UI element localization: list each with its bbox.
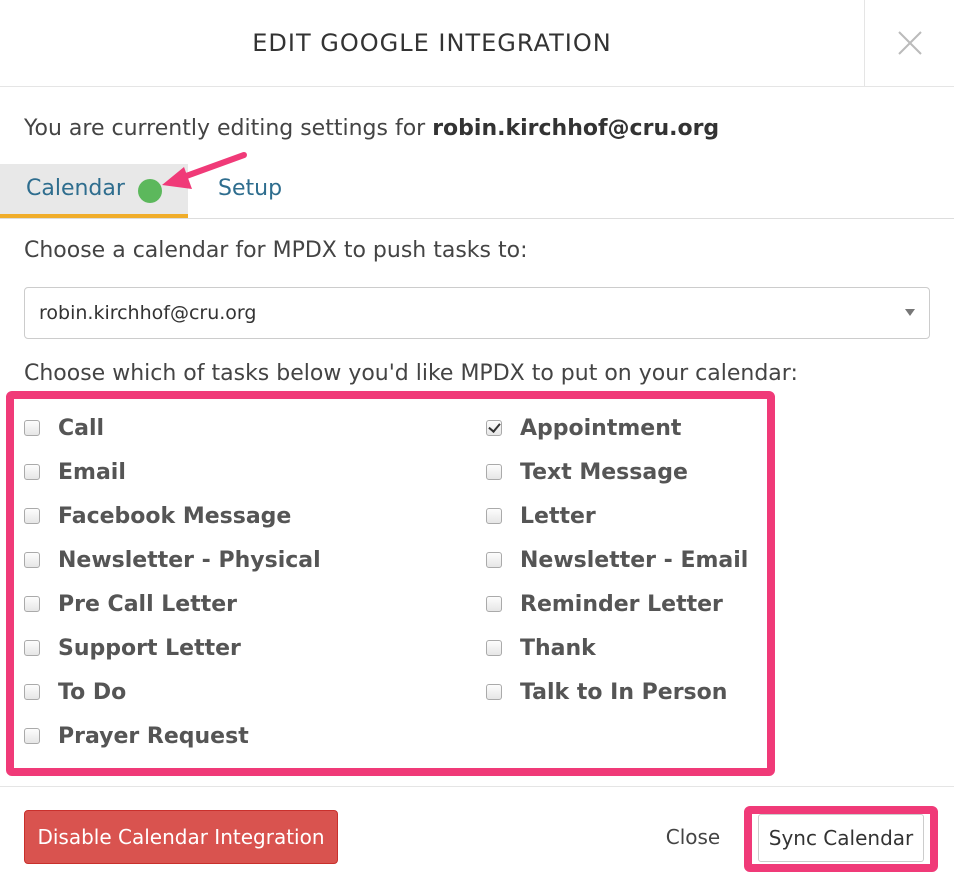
task-text-message[interactable]: Text Message (486, 457, 688, 487)
task-label: Facebook Message (58, 503, 292, 529)
task-label: Support Letter (58, 635, 241, 661)
tasks-choose-label: Choose which of tasks below you'd like M… (24, 361, 798, 386)
tab-calendar-label: Calendar (26, 176, 125, 201)
task-checkbox[interactable] (24, 684, 40, 700)
task-checkbox[interactable] (486, 464, 502, 480)
tasks-highlight-box (6, 391, 775, 776)
task-email[interactable]: Email (24, 457, 126, 487)
task-newsletter-physical[interactable]: Newsletter - Physical (24, 545, 321, 575)
task-label: Prayer Request (58, 723, 249, 749)
task-checkbox[interactable] (24, 464, 40, 480)
task-appointment[interactable]: Appointment (486, 413, 681, 443)
editing-account: robin.kirchhof@cru.org (432, 116, 720, 141)
task-label: To Do (58, 679, 127, 705)
task-newsletter-email[interactable]: Newsletter - Email (486, 545, 748, 575)
close-x-icon (897, 31, 922, 55)
task-checkbox[interactable] (486, 640, 502, 656)
close-button[interactable] (864, 0, 954, 86)
task-pre-call-letter[interactable]: Pre Call Letter (24, 589, 237, 619)
calendar-select-value: robin.kirchhof@cru.org (39, 302, 257, 324)
task-checkbox[interactable] (24, 596, 40, 612)
editing-prefix: You are currently editing settings for (24, 116, 433, 141)
task-label: Thank (520, 635, 596, 661)
task-checkbox[interactable] (486, 684, 502, 700)
calendar-select[interactable]: robin.kirchhof@cru.org (24, 287, 930, 339)
annotation-arrow-icon (162, 152, 247, 189)
task-checkbox[interactable] (24, 640, 40, 656)
task-label: Letter (520, 503, 596, 529)
modal-header: EDIT GOOGLE INTEGRATION (0, 0, 954, 87)
task-checkbox[interactable] (24, 552, 40, 568)
task-checkbox[interactable] (486, 596, 502, 612)
disable-calendar-integration-button[interactable]: Disable Calendar Integration (24, 810, 338, 864)
sync-calendar-button[interactable]: Sync Calendar (758, 814, 924, 862)
task-checkbox[interactable] (24, 508, 40, 524)
task-prayer-request[interactable]: Prayer Request (24, 721, 249, 751)
modal-title: EDIT GOOGLE INTEGRATION (252, 29, 612, 57)
task-label: Call (58, 415, 105, 441)
task-checkbox[interactable] (486, 552, 502, 568)
task-facebook-message[interactable]: Facebook Message (24, 501, 291, 531)
task-label: Pre Call Letter (58, 591, 238, 617)
task-label: Reminder Letter (520, 591, 723, 617)
task-call[interactable]: Call (24, 413, 104, 443)
caret-down-icon (905, 309, 915, 316)
task-label: Newsletter - Physical (58, 547, 321, 573)
task-reminder-letter[interactable]: Reminder Letter (486, 589, 723, 619)
task-label: Appointment (520, 415, 682, 441)
calendar-choose-label: Choose a calendar for MPDX to push tasks… (24, 238, 528, 263)
task-label: Email (58, 459, 126, 485)
close-text-button[interactable]: Close (652, 810, 734, 864)
task-label: Newsletter - Email (520, 547, 749, 573)
task-to-do[interactable]: To Do (24, 677, 126, 707)
task-thank[interactable]: Thank (486, 633, 596, 663)
footer-divider (0, 786, 954, 787)
tab-bar: Calendar Setup (0, 164, 954, 219)
task-talk-to-in-person[interactable]: Talk to In Person (486, 677, 727, 707)
task-checkbox[interactable] (24, 728, 40, 744)
task-label: Talk to In Person (520, 679, 728, 705)
editing-settings-text: You are currently editing settings for r… (24, 116, 719, 141)
task-checkbox[interactable] (486, 508, 502, 524)
task-label: Text Message (520, 459, 688, 485)
task-checkbox[interactable] (24, 420, 40, 436)
task-checkbox[interactable] (486, 420, 502, 436)
connected-status-dot (138, 179, 162, 203)
task-support-letter[interactable]: Support Letter (24, 633, 241, 663)
task-letter[interactable]: Letter (486, 501, 596, 531)
